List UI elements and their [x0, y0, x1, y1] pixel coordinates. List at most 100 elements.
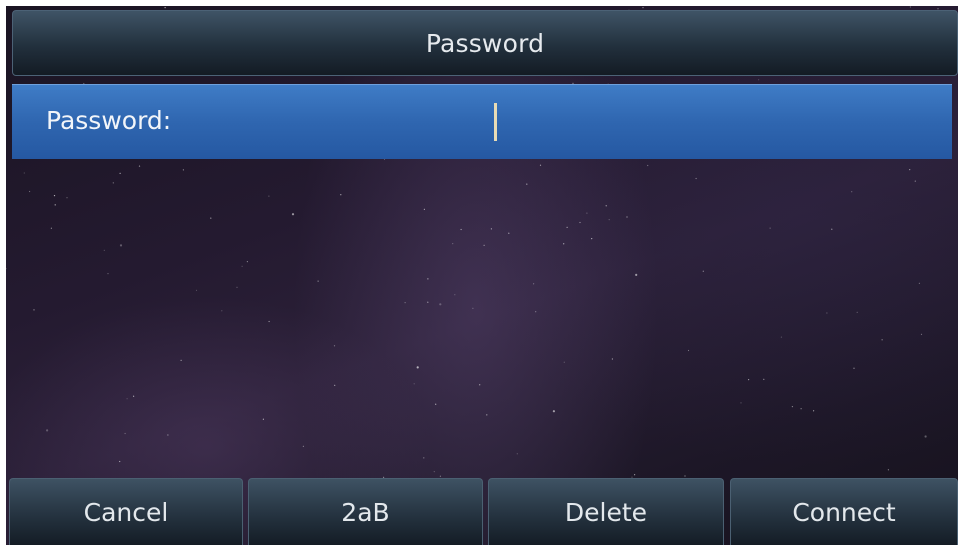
- star: [119, 172, 121, 174]
- star: [433, 471, 435, 473]
- star: [333, 345, 336, 347]
- star: [642, 7, 644, 9]
- star: [164, 7, 166, 9]
- star: [112, 182, 114, 184]
- star: [439, 303, 442, 306]
- star: [413, 383, 415, 385]
- star: [23, 172, 25, 174]
- star: [195, 289, 198, 291]
- star: [611, 358, 614, 360]
- star: [831, 228, 833, 230]
- star: [647, 164, 649, 167]
- star: [210, 217, 212, 219]
- star: [180, 359, 182, 361]
- star: [887, 469, 890, 471]
- star: [6, 268, 7, 270]
- star: [124, 432, 126, 435]
- star: [763, 378, 765, 380]
- star: [29, 190, 31, 193]
- star: [740, 402, 742, 404]
- star: [539, 164, 542, 166]
- star: [851, 191, 853, 193]
- star: [635, 273, 638, 276]
- star: [133, 395, 135, 397]
- star: [268, 320, 270, 323]
- star: [586, 212, 588, 214]
- star: [813, 410, 815, 412]
- star: [535, 311, 537, 313]
- star: [626, 216, 628, 218]
- star: [526, 183, 528, 185]
- star: [302, 445, 304, 447]
- star: [439, 475, 441, 477]
- password-label: Password:: [46, 106, 172, 135]
- star: [246, 261, 248, 263]
- star: [780, 336, 783, 338]
- cancel-button[interactable]: Cancel: [9, 478, 243, 545]
- star: [702, 270, 704, 272]
- star: [46, 429, 49, 432]
- star: [53, 195, 56, 197]
- softkey-bar: Cancel 2aB Delete Connect: [9, 478, 958, 545]
- star: [423, 208, 425, 210]
- star: [490, 228, 492, 230]
- star: [791, 406, 794, 408]
- connect-button[interactable]: Connect: [730, 478, 958, 545]
- star: [566, 226, 568, 228]
- star: [138, 165, 141, 167]
- star: [533, 283, 535, 285]
- star: [268, 195, 270, 197]
- star: [748, 379, 750, 381]
- star: [856, 311, 858, 313]
- star: [334, 384, 336, 386]
- star: [479, 384, 481, 386]
- page-title: Password: [425, 28, 545, 58]
- star: [552, 410, 556, 413]
- star: [579, 221, 581, 224]
- star: [427, 301, 429, 303]
- star: [687, 349, 690, 352]
- star: [33, 309, 35, 311]
- star: [423, 457, 425, 459]
- star: [107, 273, 109, 275]
- star: [103, 249, 105, 251]
- star: [54, 204, 56, 206]
- star: [340, 194, 342, 196]
- star: [486, 414, 488, 416]
- star: [262, 418, 264, 420]
- star: [605, 205, 607, 207]
- star: [236, 286, 238, 288]
- password-input[interactable]: [480, 99, 920, 143]
- star: [452, 243, 454, 245]
- star: [881, 339, 883, 341]
- title-bar: Password: [12, 10, 958, 76]
- star: [460, 228, 462, 231]
- star: [909, 169, 911, 171]
- star: [221, 310, 223, 312]
- star: [563, 243, 565, 245]
- star: [695, 177, 697, 180]
- star: [119, 460, 121, 463]
- star: [826, 312, 828, 314]
- star: [508, 232, 510, 234]
- star: [427, 278, 429, 280]
- star: [516, 453, 518, 455]
- star: [241, 265, 243, 267]
- star: [167, 434, 169, 436]
- star: [684, 475, 686, 477]
- star: [404, 302, 406, 304]
- delete-button[interactable]: Delete: [488, 478, 724, 545]
- star: [634, 474, 636, 476]
- input-mode-button[interactable]: 2aB: [248, 478, 483, 545]
- star: [608, 219, 610, 221]
- star: [769, 227, 771, 229]
- star: [317, 280, 319, 282]
- password-row[interactable]: Password:: [12, 84, 952, 159]
- star: [435, 403, 437, 405]
- star: [416, 366, 419, 369]
- star: [591, 238, 593, 240]
- star: [758, 79, 760, 81]
- star: [472, 307, 474, 309]
- star: [454, 294, 456, 296]
- star: [800, 408, 802, 410]
